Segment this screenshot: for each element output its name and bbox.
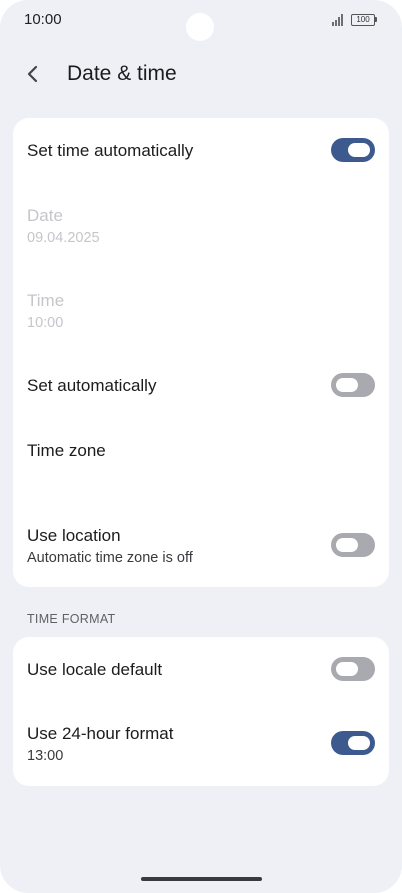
- use-24-hour-format-label: Use 24-hour format: [27, 724, 174, 743]
- toggle-knob: [348, 143, 370, 157]
- time-format-card: Use locale default Use 24-hour format 13…: [13, 637, 389, 786]
- status-time: 10:00: [24, 11, 62, 28]
- home-indicator[interactable]: [141, 877, 262, 881]
- use-location-row[interactable]: Use location Automatic time zone is off: [13, 510, 389, 582]
- set-time-automatically-row[interactable]: Set time automatically: [13, 118, 389, 184]
- page-title: Date & time: [67, 62, 177, 85]
- set-timezone-automatically-label: Set automatically: [27, 376, 157, 395]
- use-24-hour-format-toggle[interactable]: [331, 731, 375, 755]
- time-zone-label: Time zone: [27, 441, 106, 460]
- back-arrow-icon: [27, 65, 38, 83]
- date-row: Date 09.04.2025: [13, 190, 389, 264]
- top-app-bar: Date & time: [0, 50, 402, 98]
- date-value: 09.04.2025: [27, 230, 100, 246]
- toggle-knob: [336, 662, 358, 676]
- time-label: Time: [27, 291, 65, 310]
- time-zone-row[interactable]: Time zone: [13, 420, 389, 486]
- use-location-summary: Automatic time zone is off: [27, 550, 193, 566]
- set-timezone-automatically-row[interactable]: Set automatically: [13, 354, 389, 414]
- phone-screen: 10:00 100 Date & time Set time automatic…: [0, 0, 402, 893]
- toggle-knob: [336, 538, 358, 552]
- time-format-section-header: TIME FORMAT: [27, 612, 116, 626]
- time-row: Time 10:00: [13, 275, 389, 349]
- set-timezone-automatically-toggle[interactable]: [331, 373, 375, 397]
- back-button[interactable]: [16, 56, 50, 90]
- set-time-automatically-toggle[interactable]: [331, 138, 375, 162]
- date-label: Date: [27, 206, 63, 225]
- use-locale-default-row[interactable]: Use locale default: [13, 637, 389, 701]
- status-bar: 10:00 100: [0, 0, 402, 41]
- date-time-settings-card: Set time automatically Date 09.04.2025 T…: [13, 118, 389, 587]
- use-locale-default-label: Use locale default: [27, 660, 163, 679]
- use-24-hour-format-row[interactable]: Use 24-hour format 13:00: [13, 707, 389, 781]
- toggle-knob: [348, 736, 370, 750]
- battery-tip: [375, 17, 377, 22]
- battery-icon: 100: [351, 14, 375, 26]
- use-locale-default-toggle[interactable]: [331, 657, 375, 681]
- front-camera: [186, 13, 214, 41]
- use-location-toggle[interactable]: [331, 533, 375, 557]
- use-24-hour-format-summary: 13:00: [27, 748, 64, 764]
- time-value: 10:00: [27, 315, 64, 331]
- use-location-label: Use location: [27, 526, 121, 545]
- set-time-automatically-label: Set time automatically: [27, 141, 194, 160]
- toggle-knob: [336, 378, 358, 392]
- signal-icon: [332, 14, 346, 26]
